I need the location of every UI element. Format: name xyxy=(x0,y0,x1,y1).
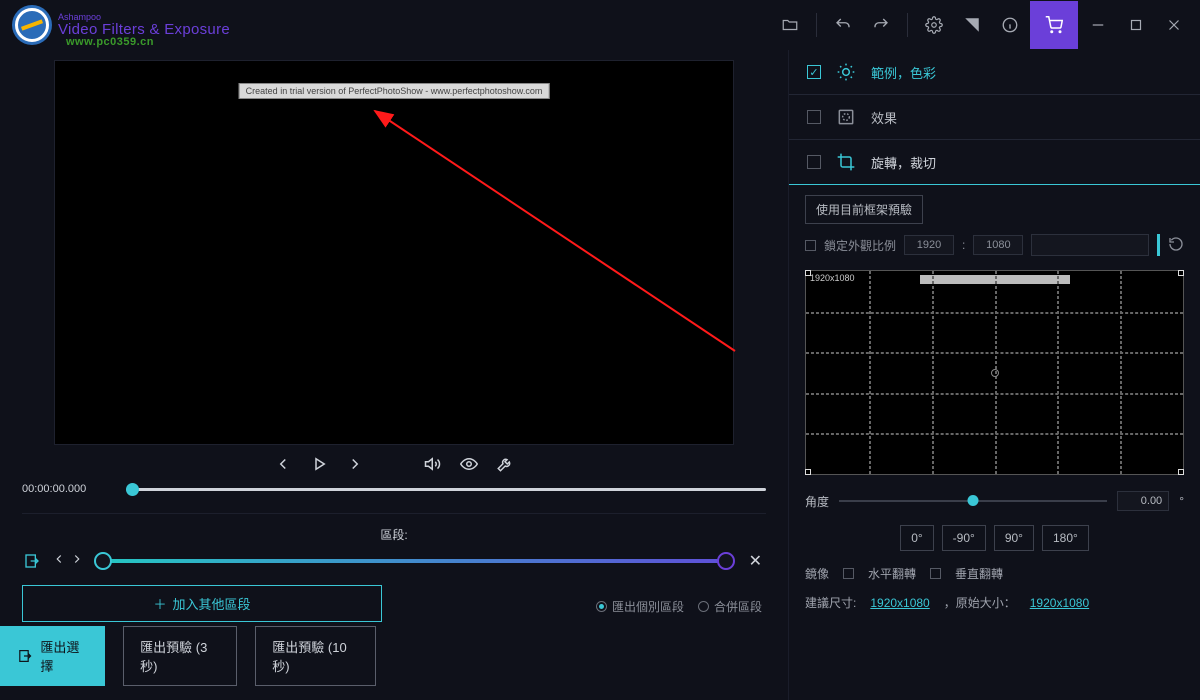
cart-button[interactable] xyxy=(1030,1,1078,49)
aspect-preset-dropdown[interactable] xyxy=(1031,234,1149,256)
panel-color-label: 範例，色彩 xyxy=(871,63,936,82)
export-merge-radio[interactable]: 合併區段 xyxy=(698,598,762,615)
title-bar: Ashampoo Video Filters & Exposure xyxy=(0,0,1200,50)
prev-frame-button[interactable] xyxy=(274,455,292,473)
minimize-button[interactable] xyxy=(1080,7,1116,43)
suggest-size-label: 建議尺寸: xyxy=(805,594,856,611)
rotate-neg90-button[interactable]: -90° xyxy=(942,525,986,551)
crop-preview-grid[interactable]: 1920x1080 xyxy=(805,270,1184,475)
eye-button[interactable] xyxy=(460,455,478,473)
rotate-90-button[interactable]: 90° xyxy=(994,525,1034,551)
wrench-button[interactable] xyxy=(496,455,514,473)
panel-effects-checkbox[interactable] xyxy=(807,110,821,124)
export-individual-radio[interactable]: 匯出個別區段 xyxy=(596,598,684,615)
segment-prev-button[interactable] xyxy=(52,552,66,571)
segment-export-icon[interactable] xyxy=(22,553,42,569)
export-preview-10s-button[interactable]: 匯出預驗 (10 秒) xyxy=(255,626,376,686)
effects-icon xyxy=(835,107,857,127)
flip-horizontal-checkbox[interactable] xyxy=(843,568,854,579)
mirror-label: 鏡像 xyxy=(805,565,829,582)
crop-panel-body: 使用目前框架預驗 鎖定外觀比例 : 1920x1080 xyxy=(789,185,1200,629)
next-frame-button[interactable] xyxy=(346,455,364,473)
segment-range-bar[interactable] xyxy=(98,559,731,563)
watermark-url: www.pc0359.cn xyxy=(66,36,154,48)
open-folder-button[interactable] xyxy=(772,7,808,43)
export-selection-button[interactable]: 匯出選擇 xyxy=(0,626,105,686)
panel-color-header[interactable]: 範例，色彩 xyxy=(789,50,1200,94)
angle-input[interactable] xyxy=(1117,491,1169,511)
flip-vertical-checkbox[interactable] xyxy=(930,568,941,579)
angle-label: 角度 xyxy=(805,493,829,510)
angle-slider[interactable] xyxy=(839,500,1107,502)
crop-height-input[interactable] xyxy=(973,235,1023,255)
redo-button[interactable] xyxy=(863,7,899,43)
crop-icon xyxy=(835,152,857,172)
suggest-size-link[interactable]: 1920x1080 xyxy=(870,596,929,610)
original-size-label: ，原始大小： xyxy=(944,594,1016,611)
panel-effects-header[interactable]: 效果 xyxy=(789,95,1200,139)
play-button[interactable] xyxy=(310,455,328,473)
segment-next-button[interactable] xyxy=(70,552,84,571)
crop-resolution-label: 1920x1080 xyxy=(808,273,857,283)
segment-label: 區段: xyxy=(22,524,766,551)
info-button[interactable] xyxy=(992,7,1028,43)
reset-aspect-button[interactable] xyxy=(1168,236,1184,255)
rotate-180-button[interactable]: 180° xyxy=(1042,525,1089,551)
flip-vertical-label: 垂直翻轉 xyxy=(955,565,1003,582)
contrast-button[interactable] xyxy=(954,7,990,43)
panel-rotate-crop-header[interactable]: 旋轉，裁切 xyxy=(789,140,1200,184)
panel-rotate-crop-label: 旋轉，裁切 xyxy=(871,153,936,172)
panel-rotate-crop-checkbox[interactable] xyxy=(807,155,821,169)
app-logo xyxy=(12,5,52,45)
panel-color-checkbox[interactable] xyxy=(807,65,821,79)
trial-watermark: Created in trial version of PerfectPhoto… xyxy=(239,83,550,99)
brightness-icon xyxy=(835,62,857,82)
maximize-button[interactable] xyxy=(1118,7,1154,43)
video-preview[interactable]: Created in trial version of PerfectPhoto… xyxy=(54,60,734,445)
rotate-0-button[interactable]: 0° xyxy=(900,525,933,551)
lock-aspect-checkbox[interactable] xyxy=(805,240,816,251)
side-panel: 範例，色彩 效果 旋轉，裁切 使用目前框架預驗 鎖定外觀比例 : xyxy=(788,50,1200,700)
export-preview-3s-button[interactable]: 匯出預驗 (3 秒) xyxy=(123,626,237,686)
export-bar: 匯出選擇 匯出預驗 (3 秒) 匯出預驗 (10 秒) xyxy=(0,612,376,700)
timecode-display: 00:00:00.000 xyxy=(22,483,112,495)
panel-effects-label: 效果 xyxy=(871,108,897,127)
settings-button[interactable] xyxy=(916,7,952,43)
segment-remove-button[interactable]: ✕ xyxy=(745,551,766,571)
crop-width-input[interactable] xyxy=(904,235,954,255)
flip-horizontal-label: 水平翻轉 xyxy=(868,565,916,582)
timeline-slider[interactable] xyxy=(126,488,766,491)
use-current-frame-button[interactable]: 使用目前框架預驗 xyxy=(805,195,923,224)
undo-button[interactable] xyxy=(825,7,861,43)
annotation-arrow xyxy=(365,101,755,361)
lock-aspect-label: 鎖定外觀比例 xyxy=(824,237,896,254)
close-button[interactable] xyxy=(1156,7,1192,43)
original-size-link[interactable]: 1920x1080 xyxy=(1030,596,1089,610)
playback-controls xyxy=(22,445,766,479)
volume-button[interactable] xyxy=(424,455,442,473)
